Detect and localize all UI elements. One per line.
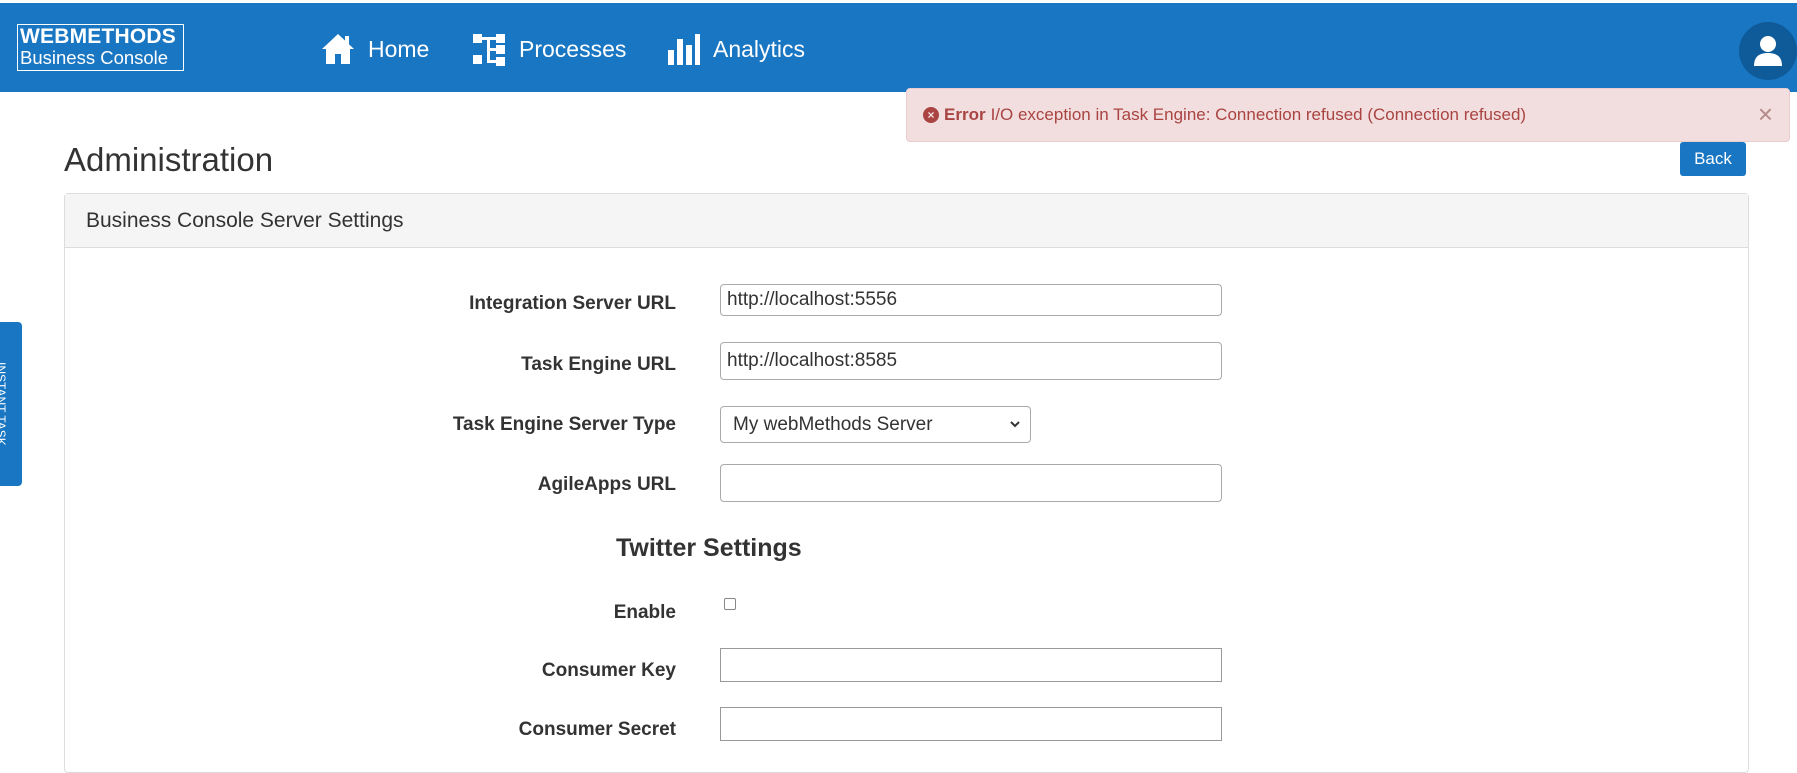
enable-label: Enable	[613, 602, 676, 623]
webmethods-logo[interactable]: WEBMETHODS Business Console	[17, 24, 184, 71]
twitter-enable-checkbox[interactable]	[724, 598, 736, 610]
logo-title: WEBMETHODS	[20, 25, 176, 48]
integration-server-url-input[interactable]	[720, 284, 1222, 316]
user-icon	[1754, 36, 1782, 66]
nav-processes-label: Processes	[519, 35, 627, 62]
close-icon[interactable]: ×	[1758, 101, 1773, 127]
process-flow-icon	[473, 34, 505, 66]
instant-task-label: INSTANT TASK	[0, 362, 8, 446]
integration-server-url-label: Integration Server URL	[469, 293, 676, 314]
task-engine-server-type-label: Task Engine Server Type	[452, 414, 676, 435]
agileapps-url-label: AgileApps URL	[537, 474, 676, 495]
agileapps-url-input[interactable]	[720, 464, 1222, 502]
task-engine-url-input[interactable]	[720, 342, 1222, 380]
task-engine-server-type-select[interactable]: My webMethods Server	[720, 406, 1031, 443]
task-engine-url-label: Task Engine URL	[521, 354, 676, 375]
error-alert: × Error I/O exception in Task Engine: Co…	[906, 88, 1790, 142]
nav-analytics-label: Analytics	[713, 35, 806, 62]
twitter-settings-heading: Twitter Settings	[616, 534, 802, 562]
nav-home-label: Home	[368, 35, 430, 62]
page-title: Administration	[64, 141, 274, 178]
consumer-secret-input[interactable]	[720, 707, 1222, 741]
nav-processes[interactable]: Processes	[471, 29, 626, 69]
home-icon	[322, 34, 354, 64]
logo-subtitle: Business Console	[20, 47, 169, 68]
nav-analytics[interactable]: Analytics	[665, 29, 805, 69]
user-profile-button[interactable]	[1739, 22, 1797, 80]
top-navbar: WEBMETHODS Business Console Home Process…	[0, 3, 1797, 92]
consumer-key-input[interactable]	[720, 648, 1222, 682]
error-label: Error	[944, 105, 986, 124]
instant-task-tab[interactable]: INSTANT TASK	[0, 322, 22, 486]
server-type-selected: My webMethods Server	[733, 413, 933, 435]
consumer-secret-label: Consumer Secret	[518, 719, 676, 740]
chevron-down-icon	[1010, 421, 1020, 428]
nav-home[interactable]: Home	[320, 29, 429, 69]
panel-title: Business Console Server Settings	[65, 194, 1748, 248]
error-message: I/O exception in Task Engine: Connection…	[990, 105, 1527, 124]
server-settings-panel: Business Console Server Settings Integra…	[64, 193, 1749, 773]
error-circle-icon: ×	[923, 107, 939, 123]
bar-chart-icon	[668, 34, 700, 65]
consumer-key-label: Consumer Key	[541, 660, 676, 681]
back-button[interactable]: Back	[1680, 142, 1746, 176]
